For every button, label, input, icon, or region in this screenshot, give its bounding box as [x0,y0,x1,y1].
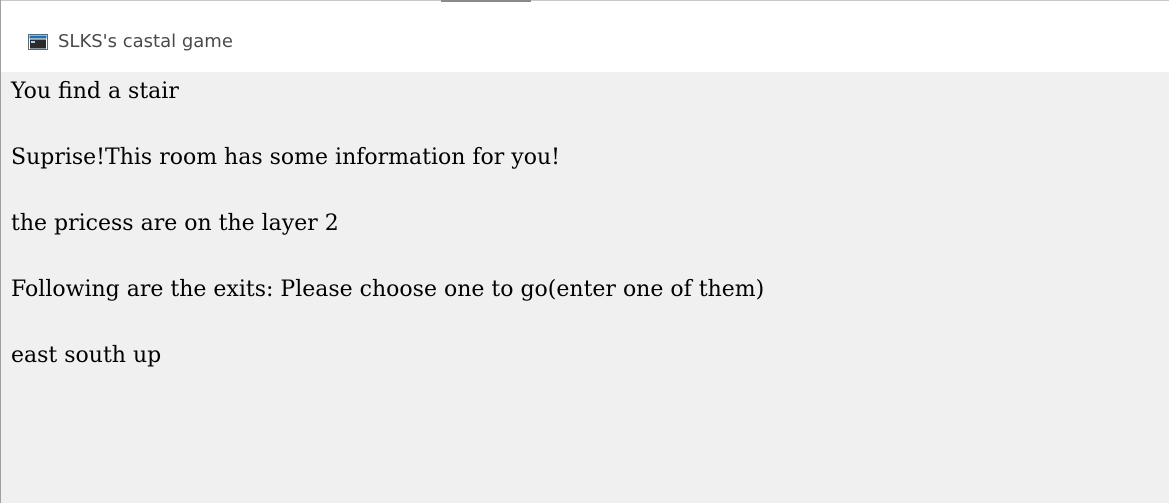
console-line: the pricess are on the layer 2 [11,211,339,236]
console-line: Suprise!This room has some information f… [11,145,560,170]
console-line: Following are the exits: Please choose o… [11,277,765,302]
app-window: SLKS's castal game You find a stair Supr… [0,0,1169,503]
console-output: You find a stair Suprise!This room has s… [1,72,1169,503]
window-title: SLKS's castal game [58,31,233,52]
title-bar-accent [441,0,531,2]
console-window-icon[interactable] [28,34,48,50]
console-line: east south up [11,343,162,368]
title-bar[interactable]: SLKS's castal game [1,0,1169,72]
console-line: You find a stair [11,79,179,104]
